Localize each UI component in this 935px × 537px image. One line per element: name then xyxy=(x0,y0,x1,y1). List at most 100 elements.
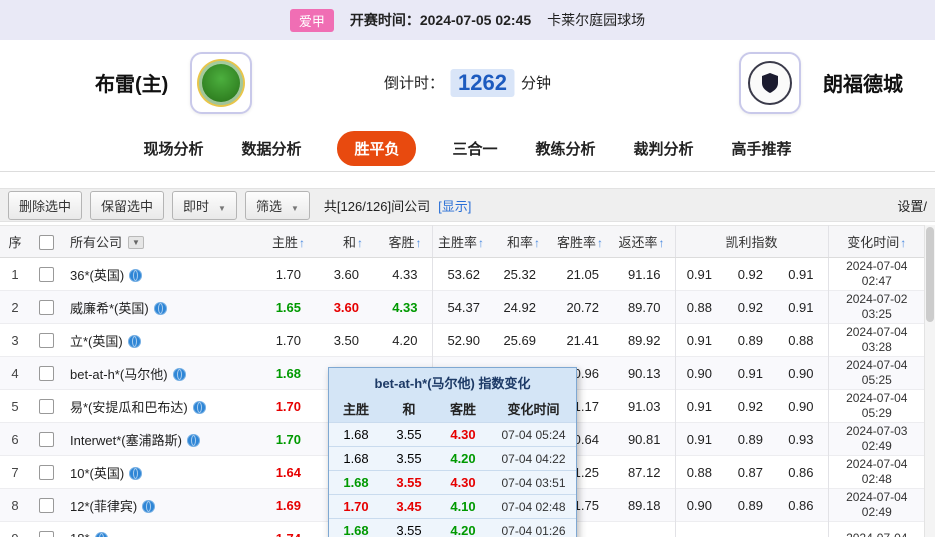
row-checkbox[interactable] xyxy=(38,333,54,349)
col-kelly[interactable]: 凯利指数 xyxy=(675,225,829,258)
company-cell[interactable]: bet-at-h*(马尔他) xyxy=(62,357,255,390)
draw-odds-cell[interactable]: 3.60 xyxy=(315,291,373,324)
home-odds-cell[interactable]: 1.68 xyxy=(255,357,315,390)
popup-row: 1.70 3.45 4.10 07-04 02:48 xyxy=(329,494,576,519)
company-name: 12*(菲律宾) xyxy=(70,498,138,514)
row-checkbox-cell xyxy=(30,390,62,423)
row-checkbox[interactable] xyxy=(38,432,54,448)
company-cell[interactable]: 威廉希*(英国) xyxy=(62,291,255,324)
away-team-name: 朗福德城 xyxy=(823,74,903,96)
nav-tabs: 现场分析 数据分析 胜平负 三合一 教练分析 裁判分析 高手推荐 xyxy=(0,125,935,172)
match-header: 布雷(主) 倒计时： 1262 分钟 朗福德城 xyxy=(0,40,935,125)
kelly-draw-cell: 0.89 xyxy=(737,431,763,447)
home-odds-cell[interactable]: 1.74 xyxy=(255,522,315,537)
nav-tab[interactable]: 教练分析 xyxy=(534,131,598,166)
company-cell[interactable]: Interwet*(塞浦路斯) xyxy=(62,423,255,456)
kelly-draw-cell xyxy=(726,522,777,537)
row-checkbox[interactable] xyxy=(38,498,54,514)
home-team-logo xyxy=(190,51,253,114)
away-odds-cell[interactable]: 4.20 xyxy=(373,323,433,357)
globe-icon xyxy=(192,400,206,414)
col-away-rate[interactable]: 客胜率↑ xyxy=(550,225,613,258)
select-all-checkbox[interactable] xyxy=(38,234,54,250)
away-rate-cell: 21.41 xyxy=(566,332,599,348)
company-cell[interactable]: 立*(英国) xyxy=(62,324,255,357)
home-odds-cell[interactable]: 1.65 xyxy=(255,291,315,324)
scrollbar-thumb[interactable] xyxy=(926,227,934,322)
col-return-rate[interactable]: 返还率↑ xyxy=(613,225,676,258)
home-odds-cell[interactable]: 1.70 xyxy=(255,390,315,423)
col-away-odds[interactable]: 客胜↑ xyxy=(373,225,433,258)
company-filter-icon[interactable]: ▼ xyxy=(128,236,144,249)
kelly-away-cell xyxy=(777,521,829,537)
kelly-away-cell: 0.93 xyxy=(777,422,829,456)
change-time-cell: 2024-07-04 xyxy=(828,522,925,537)
away-odds-cell[interactable]: 4.33 xyxy=(373,257,433,291)
globe-icon xyxy=(172,367,186,381)
settings-link[interactable]: 设置/ xyxy=(897,196,927,215)
row-checkbox[interactable] xyxy=(38,267,54,283)
popup-home-odds: 1.68 xyxy=(329,470,383,495)
away-odds-cell[interactable]: 4.33 xyxy=(373,290,433,324)
col-draw-odds[interactable]: 和↑ xyxy=(315,225,373,258)
vertical-scrollbar[interactable] xyxy=(924,225,935,537)
popup-col-home: 主胜 xyxy=(342,402,369,417)
home-odds-cell[interactable]: 1.70 xyxy=(255,258,315,291)
draw-odds-cell[interactable]: 3.50 xyxy=(315,324,373,357)
draw-rate-cell: 24.92 xyxy=(503,299,536,315)
company-cell[interactable]: 18* xyxy=(62,522,255,537)
col-draw-rate[interactable]: 和率↑ xyxy=(494,225,550,258)
col-home-odds[interactable]: 主胜↑ xyxy=(255,225,315,258)
row-checkbox-cell xyxy=(30,489,62,522)
row-index: 7 xyxy=(11,464,19,480)
popup-home-odds: 1.68 xyxy=(329,518,383,537)
company-cell[interactable]: 10*(英国) xyxy=(62,456,255,489)
nav-tab[interactable]: 数据分析 xyxy=(239,131,303,166)
row-index: 5 xyxy=(11,398,19,414)
col-home-rate-label: 主胜率 xyxy=(437,235,477,250)
row-checkbox[interactable] xyxy=(38,399,54,415)
nav-tab[interactable]: 现场分析 xyxy=(141,131,205,166)
col-change-time[interactable]: 变化时间↑ xyxy=(828,225,926,258)
draw-odds-cell[interactable]: 3.60 xyxy=(315,258,373,291)
kelly-draw-cell: 0.92 xyxy=(737,266,763,282)
home-odds-cell[interactable]: 1.70 xyxy=(255,324,315,357)
popup-away-odds: 4.10 xyxy=(435,494,491,519)
popup-away-odds: 4.20 xyxy=(435,446,491,471)
company-name: 威廉希*(英国) xyxy=(70,300,149,316)
home-odds-cell[interactable]: 1.64 xyxy=(255,456,315,489)
instant-dropdown[interactable]: 即时 ▼ xyxy=(172,190,237,220)
kelly-home-cell: 0.90 xyxy=(686,497,712,513)
delete-selected-button[interactable]: 删除选中 xyxy=(8,190,83,220)
kelly-home-cell: 0.88 xyxy=(686,464,712,480)
row-checkbox[interactable] xyxy=(38,465,54,481)
row-checkbox[interactable] xyxy=(38,366,54,382)
sort-up-icon: ↑ xyxy=(900,236,907,250)
popup-home-odds: 1.68 xyxy=(329,446,383,471)
home-odds-cell[interactable]: 1.70 xyxy=(255,423,315,456)
keep-selected-button[interactable]: 保留选中 xyxy=(90,190,165,220)
company-cell[interactable]: 36*(英国) xyxy=(62,258,255,291)
row-checkbox-cell xyxy=(30,456,62,489)
league-badge[interactable]: 爱甲 xyxy=(289,8,334,32)
home-odds-cell[interactable]: 1.69 xyxy=(255,489,315,522)
nav-tab[interactable]: 胜平负 xyxy=(337,130,417,166)
popup-row: 1.68 3.55 4.30 07-04 03:51 xyxy=(329,470,576,495)
col-company[interactable]: 所有公司 ▼ xyxy=(62,225,255,258)
change-time-cell: 2024-07-04 02:48 xyxy=(846,457,908,486)
nav-tab[interactable]: 三合一 xyxy=(450,131,499,166)
company-cell[interactable]: 易*(安提瓜和巴布达) xyxy=(62,390,255,423)
filter-dropdown[interactable]: 筛选 ▼ xyxy=(244,190,310,220)
popup-row: 1.68 3.55 4.20 07-04 01:26 xyxy=(329,518,576,537)
kelly-away-cell: 0.88 xyxy=(777,323,829,357)
nav-tab[interactable]: 高手推荐 xyxy=(730,131,794,166)
home-rate-cell: 53.62 xyxy=(447,266,480,282)
popup-away-odds: 4.20 xyxy=(435,518,491,537)
show-link[interactable]: [显示] xyxy=(438,196,471,215)
nav-tab[interactable]: 裁判分析 xyxy=(632,131,696,166)
col-home-rate[interactable]: 主胜率↑ xyxy=(432,225,494,258)
row-checkbox[interactable] xyxy=(38,531,54,537)
row-checkbox[interactable] xyxy=(38,300,54,316)
return-rate-cell: 90.81 xyxy=(613,422,676,456)
company-cell[interactable]: 12*(菲律宾) xyxy=(62,489,255,522)
